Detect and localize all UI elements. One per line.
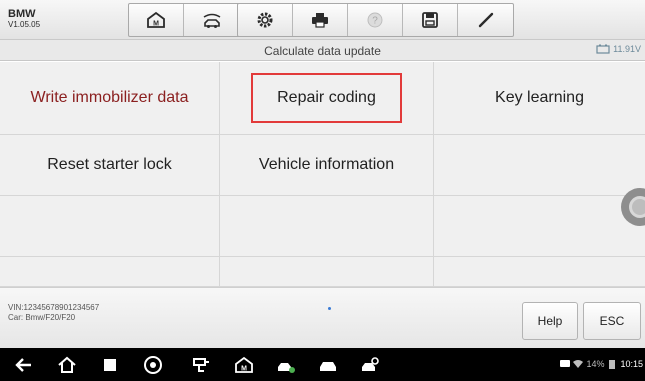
repair-coding-button[interactable]: Repair coding	[220, 62, 434, 134]
help-icon: ?	[367, 12, 383, 28]
save-button[interactable]	[403, 4, 458, 36]
chrome-icon	[144, 356, 162, 374]
page-title: Calculate data update	[264, 44, 381, 58]
nav-home-button[interactable]	[57, 355, 77, 375]
vehicle-swap-button[interactable]	[184, 4, 239, 36]
print-button[interactable]	[293, 4, 348, 36]
empty-cell	[0, 196, 220, 256]
grid-row: Reset starter lock Vehicle information	[0, 135, 645, 196]
save-icon	[422, 12, 438, 28]
vin-text: VIN:12345678901234567	[8, 303, 100, 312]
home-icon: M	[147, 11, 165, 28]
battery-voltage: 11.91V	[613, 44, 641, 54]
clock: 10:15	[620, 359, 643, 369]
edit-icon	[478, 12, 493, 28]
empty-cell	[434, 257, 645, 286]
recent-apps-button[interactable]	[100, 355, 120, 375]
toolbar-group-left: M	[128, 3, 240, 37]
house-icon	[58, 356, 76, 373]
car-diagnosis-icon	[278, 363, 295, 373]
edit-button[interactable]	[458, 4, 513, 36]
esc-button[interactable]: ESC	[583, 302, 641, 340]
car-diagnosis-button[interactable]	[276, 355, 296, 375]
repair-coding-label: Repair coding	[251, 73, 402, 123]
settings-button[interactable]	[238, 4, 293, 36]
vehicle-details: VIN:12345678901234567 Car: Bmw/F20/F20	[8, 303, 99, 323]
assist-ball-icon	[629, 196, 645, 218]
svg-text:M: M	[241, 366, 247, 373]
key-learning-button[interactable]: Key learning	[434, 62, 645, 134]
car-icon	[320, 362, 336, 371]
vehicle-swap-icon	[203, 13, 220, 28]
chrome-button[interactable]	[143, 355, 163, 375]
settings-gear-icon	[257, 12, 273, 28]
battery-indicator: 11.91V	[596, 44, 641, 54]
svg-text:M: M	[153, 21, 159, 28]
car-service-icon	[362, 357, 379, 371]
empty-cell	[434, 135, 645, 195]
write-immobilizer-data-button[interactable]: Write immobilizer data	[0, 62, 220, 134]
app-name: BMW V1.05.05	[8, 8, 88, 30]
battery-percent: 14%	[586, 359, 605, 369]
toolbar-group-right: ?	[237, 3, 514, 37]
back-button[interactable]	[14, 355, 34, 375]
reset-starter-lock-button[interactable]: Reset starter lock	[0, 135, 220, 195]
car-battery-icon	[596, 44, 610, 54]
function-grid: Write immobilizer data Repair coding Key…	[0, 62, 645, 287]
diag-home-button[interactable]: M	[234, 355, 254, 375]
sub-header: Calculate data update 11.91V	[0, 40, 645, 61]
grid-row	[0, 257, 645, 287]
battery-icon	[609, 360, 616, 369]
svg-text:?: ?	[372, 16, 378, 27]
top-toolbar: BMW V1.05.05 M ?	[0, 0, 645, 40]
print-icon	[312, 13, 328, 28]
car-model-text: Car: Bmw/F20/F20	[8, 313, 76, 322]
grid-row: Write immobilizer data Repair coding Key…	[0, 62, 645, 135]
empty-cell	[220, 257, 434, 286]
empty-cell	[220, 196, 434, 256]
empty-cell	[434, 196, 645, 256]
car-service-button[interactable]	[360, 355, 380, 375]
help-button[interactable]: Help	[522, 302, 578, 340]
wifi-icon	[573, 360, 584, 368]
home-button[interactable]: M	[129, 4, 184, 36]
app-version: V1.05.05	[8, 20, 41, 29]
car-button[interactable]	[318, 355, 338, 375]
recent-apps-icon	[104, 359, 116, 371]
help-toolbar-button[interactable]: ?	[348, 4, 403, 36]
message-icon	[560, 360, 571, 367]
page-indicator-dot	[328, 307, 331, 310]
app-title: BMW	[8, 8, 36, 20]
vci-button[interactable]	[191, 355, 211, 375]
vehicle-information-button[interactable]: Vehicle information	[220, 135, 434, 195]
system-nav-bar: M 14% 10:15	[0, 348, 645, 381]
vci-connector-icon	[193, 358, 209, 372]
grid-row	[0, 196, 645, 257]
home-icon: M	[235, 356, 253, 373]
back-arrow-icon	[15, 358, 31, 372]
vehicle-info-bar: VIN:12345678901234567 Car: Bmw/F20/F20 H…	[0, 287, 645, 348]
empty-cell	[0, 257, 220, 286]
status-area: 14% 10:15	[560, 359, 643, 369]
